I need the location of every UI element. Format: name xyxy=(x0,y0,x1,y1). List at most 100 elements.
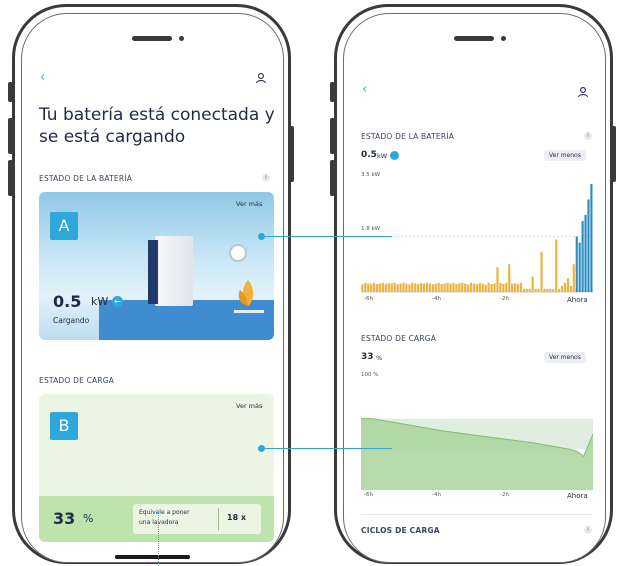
speaker-grille xyxy=(132,36,172,41)
equivalence-box: Equivale a poner una lavadora 18 x xyxy=(133,504,261,534)
chart-bar xyxy=(384,283,387,292)
chart-bar xyxy=(490,283,493,292)
chart-bar xyxy=(572,264,575,292)
meter-icon xyxy=(229,244,247,262)
chart-bar xyxy=(525,288,528,292)
chart-bar xyxy=(425,282,429,292)
power-unit: kW xyxy=(91,295,109,308)
charge-section-label: ESTADO DE CARGA xyxy=(361,334,437,343)
info-icon[interactable]: i xyxy=(262,174,270,182)
chart-bar xyxy=(455,283,458,292)
speaker-grille xyxy=(454,36,494,41)
charge-status-card[interactable]: Ver más B 33 % Equivale a poner una lava… xyxy=(39,394,274,542)
chart-bar xyxy=(467,284,470,292)
chart-bar xyxy=(390,283,393,292)
chart-bar xyxy=(449,283,452,292)
right-phone-screen: ‹ ESTADO DE LA BATERÍA i 0.5 kW Ver meno… xyxy=(343,13,606,563)
battery-status-card[interactable]: Ver más A 0.5 kW ← Cargando xyxy=(39,192,274,340)
divider xyxy=(361,514,593,515)
chart-bar xyxy=(481,283,484,292)
chart-bar xyxy=(569,285,572,292)
y-tick-top: 3.5 kW xyxy=(361,172,381,178)
chart-bar xyxy=(434,283,437,292)
chart-bar xyxy=(437,282,440,292)
chart-bar xyxy=(461,282,464,292)
chart-bar xyxy=(511,283,514,292)
chart-bar xyxy=(581,221,584,292)
charge-value: 33 xyxy=(361,352,374,362)
user-icon[interactable] xyxy=(577,86,589,98)
chart-bar xyxy=(446,282,449,292)
ver-menos-button[interactable]: Ver menos xyxy=(544,352,586,363)
chart-bar xyxy=(590,184,593,292)
chart-bar xyxy=(420,283,423,292)
front-camera xyxy=(179,36,184,41)
chart-bar xyxy=(458,283,461,292)
chart-bar xyxy=(478,282,481,292)
chart-bar xyxy=(370,283,373,292)
ver-mas-link[interactable]: Ver más xyxy=(236,402,262,410)
chart-bar xyxy=(508,264,511,292)
chart-bar xyxy=(566,278,570,292)
chart-bar xyxy=(531,276,534,292)
laptop-icon xyxy=(234,310,264,313)
battery-section-label: ESTADO DE LA BATERÍA xyxy=(361,132,455,141)
charging-arrow-icon: ← xyxy=(112,296,123,307)
ver-mas-link[interactable]: Ver más xyxy=(236,200,262,208)
power-value: 0.5 xyxy=(53,292,82,311)
chart-bar xyxy=(399,283,402,292)
chart-bar xyxy=(537,288,540,292)
chart-bar xyxy=(534,288,537,292)
chart-bar xyxy=(575,236,578,292)
chart-bar xyxy=(364,282,367,292)
equivalence-divider xyxy=(218,508,219,530)
front-camera xyxy=(501,36,506,41)
left-phone-frame: ‹ Tu batería está conectada y se está ca… xyxy=(12,4,291,564)
x-tick: Ahora xyxy=(567,492,588,500)
callout-badge-b: B xyxy=(50,412,78,440)
chart-bar xyxy=(411,282,414,292)
info-icon[interactable]: i xyxy=(584,132,592,140)
chevron-left-icon[interactable]: ‹ xyxy=(40,70,45,85)
chart-bar xyxy=(505,282,508,292)
power-value: 0.5 xyxy=(361,150,377,160)
chart-bar xyxy=(428,283,431,292)
charge-footer: 33 % Equivale a poner una lavadora 18 x xyxy=(39,496,274,542)
chart-bar xyxy=(475,283,478,292)
left-phone-screen: ‹ Tu batería está conectada y se está ca… xyxy=(21,13,284,563)
chart-bar xyxy=(393,282,396,292)
battery-power-chart xyxy=(361,184,593,293)
x-tick: -6h xyxy=(364,492,373,498)
chart-bar xyxy=(516,283,520,292)
ver-menos-button[interactable]: Ver menos xyxy=(544,150,586,161)
chart-bar xyxy=(560,285,564,292)
callout-line-a xyxy=(264,236,392,237)
chart-bar xyxy=(464,283,467,292)
chart-bar xyxy=(487,282,490,292)
battery-side-graphic xyxy=(148,240,158,304)
battery-section-label: ESTADO DE LA BATERÍA xyxy=(39,174,133,183)
user-icon[interactable] xyxy=(255,72,267,84)
chart-bar xyxy=(367,283,370,292)
right-phone-frame: ‹ ESTADO DE LA BATERÍA i 0.5 kW Ver meno… xyxy=(334,4,613,564)
chart-bar xyxy=(558,288,561,292)
chart-bar xyxy=(405,283,408,292)
chart-bar xyxy=(402,282,405,292)
chart-bar xyxy=(443,283,446,292)
x-tick: Ahora xyxy=(567,296,588,304)
chart-bar xyxy=(514,283,517,292)
chevron-left-icon[interactable]: ‹ xyxy=(362,82,367,97)
callout-line-b xyxy=(264,448,392,449)
power-unit: kW xyxy=(377,152,388,160)
chart-bar xyxy=(502,283,505,292)
charging-indicator-icon xyxy=(390,151,399,160)
chart-bar xyxy=(499,282,502,292)
chart-bar xyxy=(543,288,546,292)
chart-bar xyxy=(396,283,399,292)
chart-bar xyxy=(378,283,382,292)
chart-bar xyxy=(408,284,411,292)
charge-level-chart xyxy=(361,418,593,490)
chart-bar xyxy=(422,283,426,292)
info-icon[interactable]: i xyxy=(584,526,592,534)
charging-label: Cargando xyxy=(53,316,90,325)
